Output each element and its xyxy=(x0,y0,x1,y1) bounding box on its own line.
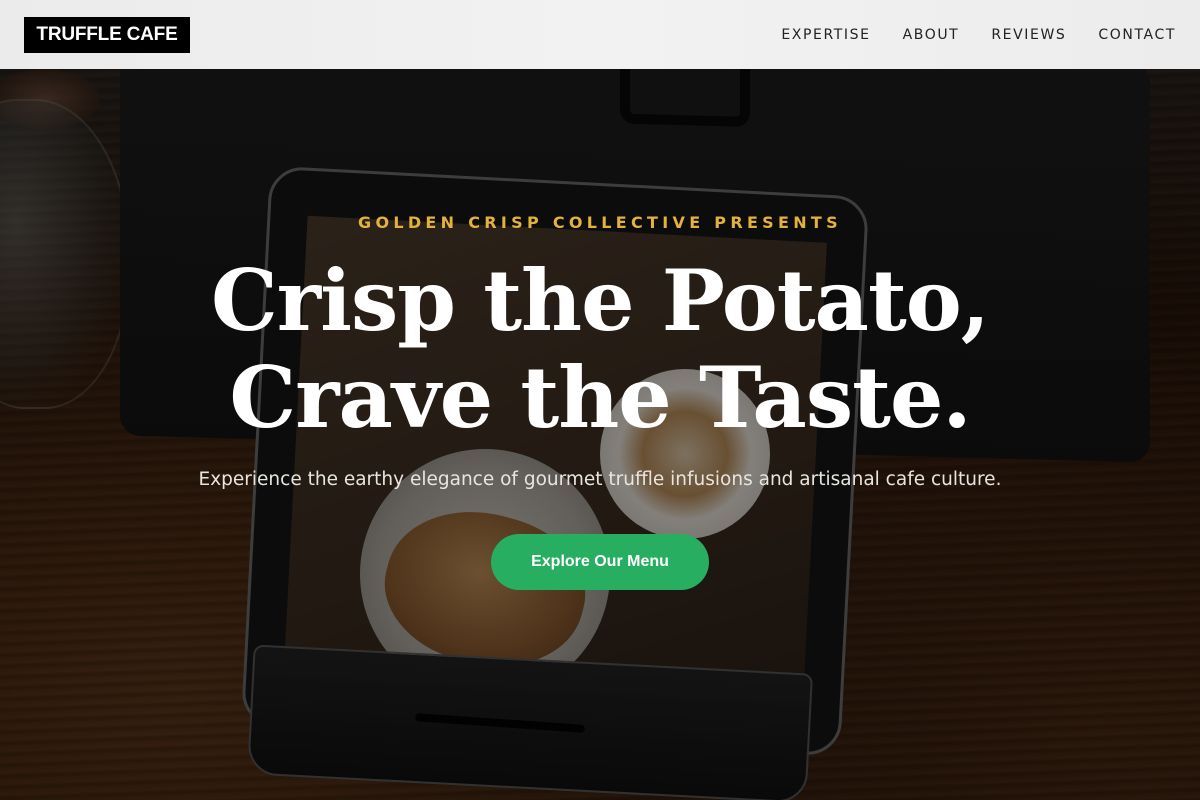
hero-subheading: Experience the earthy elegance of gourme… xyxy=(198,469,1002,490)
nav-link-reviews[interactable]: REVIEWS xyxy=(991,27,1066,43)
hero-headline: Crisp the Potato, Crave the Taste. xyxy=(0,252,1200,446)
hero-eyebrow: GOLDEN CRISP COLLECTIVE PRESENTS xyxy=(358,213,842,232)
nav-link-contact[interactable]: CONTACT xyxy=(1098,27,1176,43)
logo[interactable]: TRUFFLE CAFE xyxy=(24,16,190,53)
main-nav: EXPERTISE ABOUT REVIEWS CONTACT xyxy=(781,27,1176,43)
hero-content: GOLDEN CRISP COLLECTIVE PRESENTS Crisp t… xyxy=(0,69,1200,800)
site-header: TRUFFLE CAFE EXPERTISE ABOUT REVIEWS CON… xyxy=(0,0,1200,69)
hero-headline-line-1: Crisp the Potato, xyxy=(210,251,990,350)
hero-headline-line-2: Crave the Taste. xyxy=(229,348,971,447)
explore-menu-button[interactable]: Explore Our Menu xyxy=(491,534,709,590)
nav-link-expertise[interactable]: EXPERTISE xyxy=(781,27,870,43)
nav-link-about[interactable]: ABOUT xyxy=(903,27,960,43)
